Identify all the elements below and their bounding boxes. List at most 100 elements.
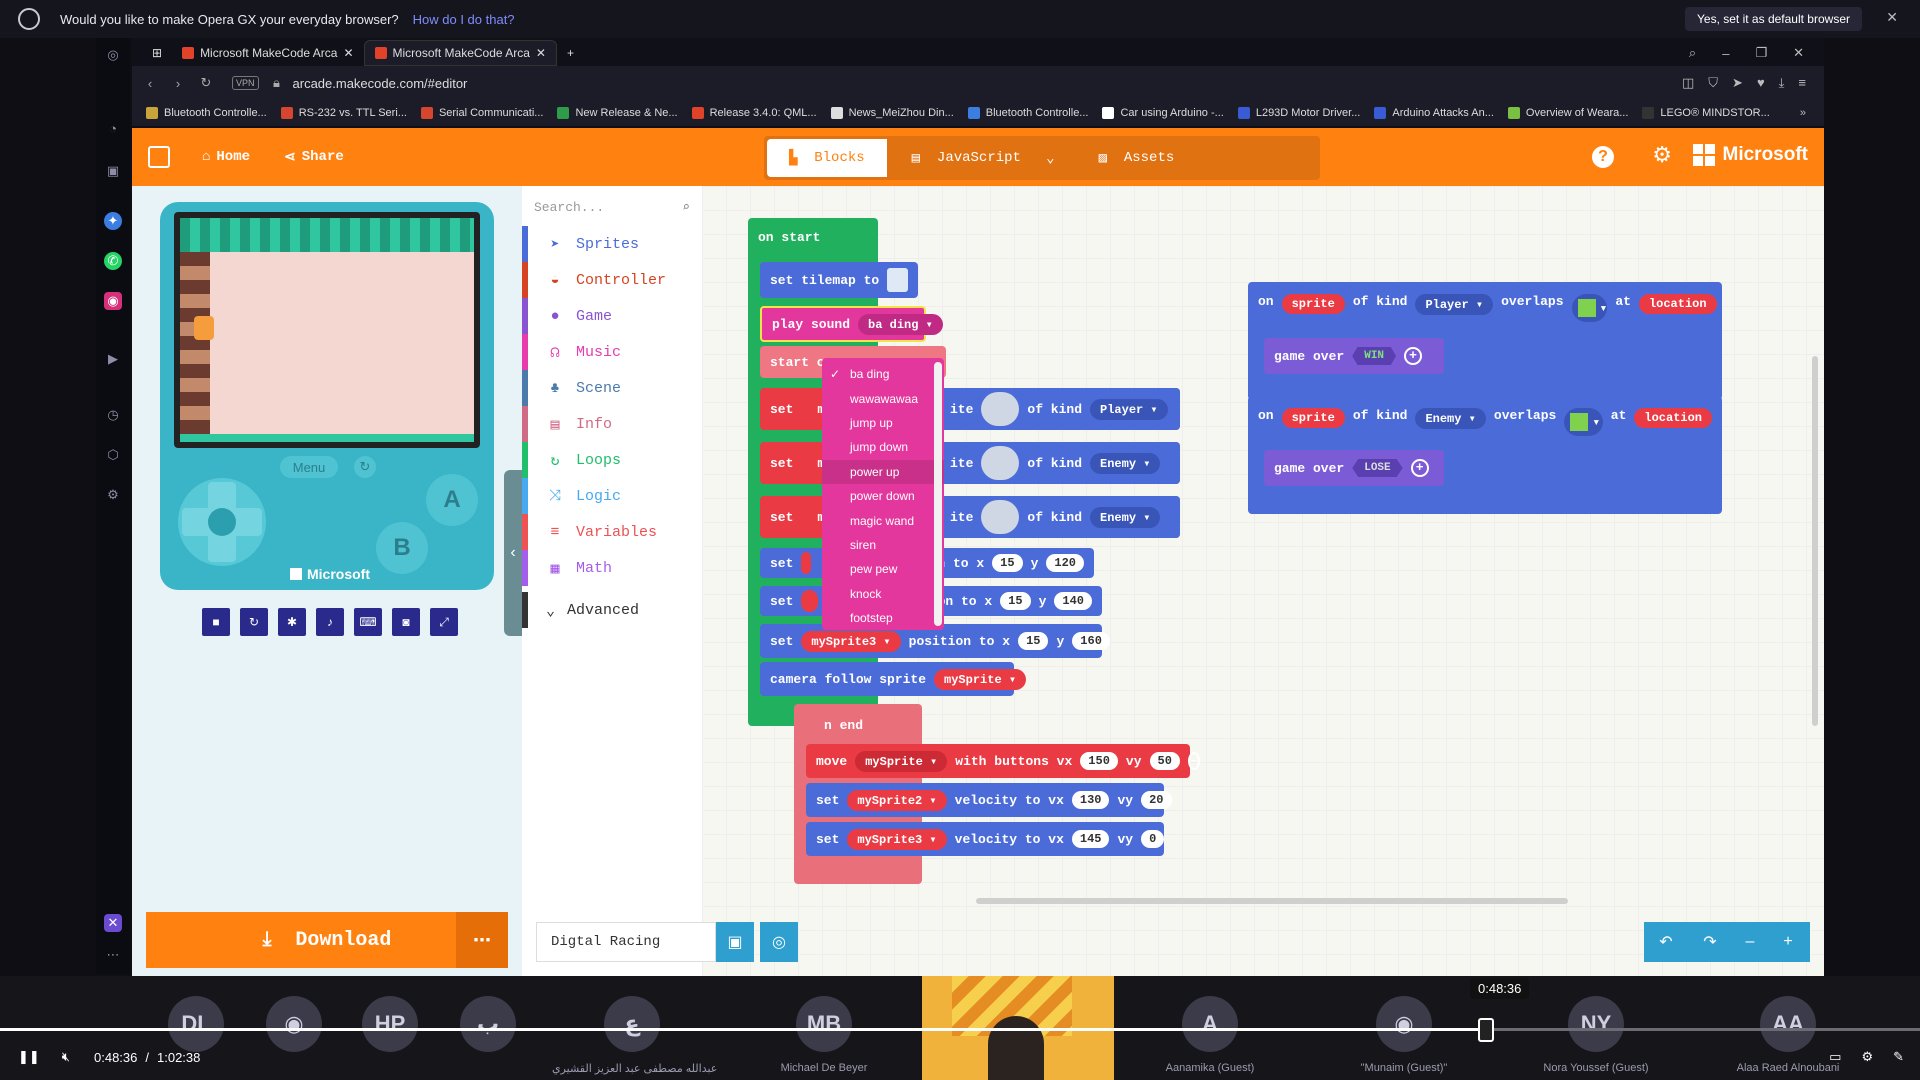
sound-option[interactable]: power up: [822, 459, 944, 484]
tile-dropdown[interactable]: ▾: [1571, 294, 1608, 322]
dropdown-scrollbar[interactable]: [934, 362, 942, 626]
toolbox-item-math[interactable]: ▦ Math: [522, 550, 702, 586]
instagram-icon[interactable]: ◉: [104, 292, 122, 310]
sprite-image-thumbnail[interactable]: [981, 500, 1020, 534]
speed-icon[interactable]: ◔: [104, 120, 122, 138]
progress-handle[interactable]: [1478, 1018, 1494, 1042]
download-button[interactable]: ⤓ Download: [146, 912, 508, 968]
sound-dropdown[interactable]: ba ding ▾: [858, 313, 943, 335]
debug-icon[interactable]: ✱: [278, 608, 306, 636]
vx-value[interactable]: 130: [1071, 791, 1110, 809]
vy-value[interactable]: 50: [1149, 752, 1180, 770]
toolbox-item-variables[interactable]: ≡ Variables: [522, 514, 702, 550]
kind-dropdown[interactable]: Player ▾: [1090, 398, 1168, 420]
sprite-of-kind-enemy-2[interactable]: ite of kind Enemy ▾: [940, 496, 1180, 538]
gx-corner-icon[interactable]: ✕: [104, 914, 122, 932]
help-icon[interactable]: ?: [1592, 146, 1614, 168]
set-velocity-block-3[interactable]: set mySprite3 ▾ velocity to vx 145 vy 0: [806, 822, 1165, 856]
toolbox-advanced[interactable]: ⌄ Advanced: [522, 592, 702, 628]
forward-icon[interactable]: ›: [168, 76, 188, 91]
fullscreen-icon[interactable]: ⤢: [430, 608, 458, 636]
horizontal-scrollbar[interactable]: [976, 898, 1568, 904]
bookmark-item[interactable]: RS-232 vs. TTL Seri...: [280, 107, 407, 119]
chevron-down-icon[interactable]: ⌄: [1046, 150, 1054, 167]
new-tab-button[interactable]: +: [557, 40, 584, 66]
sound-option[interactable]: knock: [822, 582, 944, 606]
player-icon[interactable]: ▶: [104, 350, 122, 368]
x-value[interactable]: 15: [992, 554, 1023, 572]
sprite-of-kind-player[interactable]: ite of kind Player ▾: [940, 388, 1180, 430]
tab-assets[interactable]: ▨ Assets: [1077, 136, 1197, 180]
y-value[interactable]: 160: [1072, 632, 1110, 650]
toolbox-search[interactable]: Search... ⌕: [534, 194, 690, 220]
vertical-scrollbar[interactable]: [1812, 356, 1818, 726]
y-value[interactable]: 120: [1046, 554, 1084, 572]
redo-icon[interactable]: ↷: [1688, 922, 1732, 962]
x-value[interactable]: 15: [1000, 592, 1031, 610]
vy-value[interactable]: 20: [1141, 791, 1172, 809]
sprite-var-dropdown[interactable]: mySprite3 ▾: [801, 630, 901, 652]
win-toggle[interactable]: WIN: [1352, 347, 1397, 365]
project-name-input[interactable]: Digtal Racing: [536, 922, 716, 962]
sprite-param-pill[interactable]: sprite: [1281, 294, 1345, 314]
sound-option[interactable]: power down: [822, 484, 944, 508]
add-param-icon[interactable]: +: [1404, 347, 1423, 365]
download-icon[interactable]: ⤓: [1779, 75, 1785, 91]
add-param-icon[interactable]: +: [1410, 459, 1429, 477]
game-over-lose-block[interactable]: game over LOSE +: [1264, 450, 1444, 486]
stop-icon[interactable]: ■: [202, 608, 230, 636]
keyboard-icon[interactable]: ⌨: [354, 608, 382, 636]
bookmark-item[interactable]: News_MeiZhou Din...: [830, 107, 954, 119]
vpn-badge[interactable]: VPN: [232, 76, 259, 90]
kind-dropdown[interactable]: Enemy ▾: [1090, 452, 1161, 474]
kind-dropdown[interactable]: Enemy ▾: [1090, 506, 1161, 528]
bookmark-item[interactable]: New Release & Ne...: [557, 107, 678, 119]
bookmark-item[interactable]: Serial Communicati...: [420, 107, 543, 119]
close-tab-icon[interactable]: ✕: [343, 46, 353, 60]
download-more-icon[interactable]: ⋯: [456, 912, 508, 968]
set-default-button[interactable]: Yes, set it as default browser: [1685, 7, 1862, 31]
zoom-in-icon[interactable]: +: [1766, 922, 1810, 962]
arcade-logo-icon[interactable]: [148, 146, 170, 168]
vy-value[interactable]: 0: [1141, 830, 1165, 848]
restore-icon[interactable]: ❐: [1755, 45, 1767, 61]
x-value[interactable]: 15: [1018, 632, 1049, 650]
send-icon[interactable]: ➤: [1732, 75, 1743, 91]
sprite-param-pill[interactable]: sprite: [1281, 408, 1345, 428]
close-window-icon[interactable]: ✕: [1793, 45, 1804, 61]
location-param-pill[interactable]: location: [1634, 408, 1712, 428]
game-over-win-block[interactable]: game over WIN +: [1264, 338, 1444, 374]
toolbox-item-logic[interactable]: ⤨ Logic: [522, 478, 702, 514]
tab-javascript[interactable]: ▤ JavaScript ⌄: [890, 136, 1077, 180]
sprite-var-pill[interactable]: [801, 590, 818, 612]
toolbox-item-info[interactable]: ▤ Info: [522, 406, 702, 442]
github-icon[interactable]: ◎: [760, 922, 798, 962]
toolbox-item-controller[interactable]: ◒ Controller: [522, 262, 702, 298]
tile-dropdown[interactable]: ▾: [1564, 408, 1603, 436]
bookmark-item[interactable]: L293D Motor Driver...: [1237, 107, 1360, 119]
lose-toggle[interactable]: LOSE: [1352, 459, 1403, 477]
sound-option[interactable]: jump down: [822, 435, 944, 459]
collapse-sim-icon[interactable]: ‹: [504, 470, 522, 636]
bookmark-item[interactable]: Car using Arduino -...: [1102, 107, 1224, 119]
sprite-var-pill[interactable]: [801, 552, 812, 574]
set-velocity-block-2[interactable]: set mySprite2 ▾ velocity to vx 130 vy 20: [806, 783, 1172, 817]
menu-button[interactable]: Menu: [280, 456, 338, 478]
toolbox-item-scene[interactable]: ♣ Scene: [522, 370, 702, 406]
sound-option[interactable]: ✓ ba ding: [822, 362, 944, 386]
mute-icon[interactable]: 🔇︎: [62, 1049, 70, 1065]
restart-icon[interactable]: ↻: [354, 456, 376, 478]
video-settings-icon[interactable]: ⚙: [1861, 1049, 1873, 1065]
toolbox-item-music[interactable]: ☊ Music: [522, 334, 702, 370]
close-icon[interactable]: ✕: [1886, 9, 1898, 26]
kind-dropdown[interactable]: Player ▾: [1415, 294, 1494, 315]
sound-option[interactable]: wawawawaa: [822, 386, 944, 410]
sound-option[interactable]: jump up: [822, 411, 944, 435]
bookmark-item[interactable]: Bluetooth Controlle...: [146, 107, 267, 119]
menu-icon[interactable]: ≡: [1798, 75, 1806, 91]
dpad[interactable]: [178, 478, 266, 566]
more-bookmarks-icon[interactable]: »: [1800, 107, 1824, 119]
restart-sim-icon[interactable]: ↻: [240, 608, 268, 636]
reload-icon[interactable]: ↻: [196, 75, 216, 91]
sound-option[interactable]: footstep: [822, 606, 944, 630]
